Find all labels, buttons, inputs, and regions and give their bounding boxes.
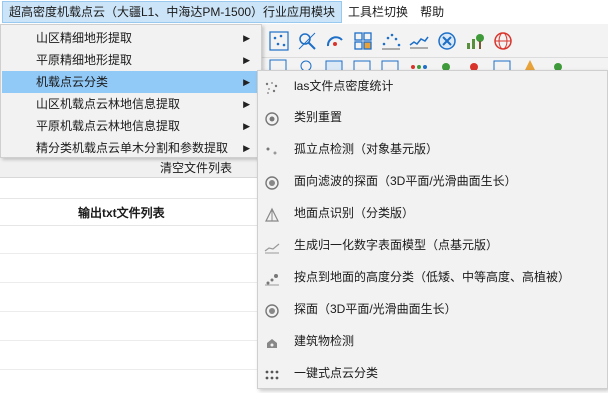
submenu-arrow-icon: ▶ xyxy=(243,99,250,109)
dropdown-item-label: 平原精细地形提取 xyxy=(36,53,133,67)
submenu-item-height-classification[interactable]: 按点到地面的高度分类（低矮、中等高度、高植被） xyxy=(260,263,605,291)
menu-bar: 超高密度机载点云（大疆L1、中海达PM-1500）行业应用模块 工具栏切换 帮助 xyxy=(0,0,608,25)
menu-help[interactable]: 帮助 xyxy=(414,1,450,23)
point-cloud-tool-icon[interactable] xyxy=(266,28,292,54)
ground-triangle-icon xyxy=(264,205,280,222)
submenu-item-label: 生成归一化数字表面模型（点基元版） xyxy=(294,238,499,252)
list-grid-line xyxy=(0,253,262,254)
dropdown-item-label: 精分类机载点云单木分割和参数提取 xyxy=(36,141,229,155)
scatter-dots-icon xyxy=(264,78,280,94)
list-grid-line xyxy=(0,369,262,370)
menu-toolbar-switch[interactable]: 工具栏切换 xyxy=(342,1,414,23)
submenu-item-class-reset[interactable]: 类别重置 xyxy=(260,103,605,131)
submenu-arrow-icon: ▶ xyxy=(243,77,250,87)
submenu-item-one-click-classification[interactable]: 一键式点云分类 xyxy=(260,359,605,387)
submenu-item-label: 探面（3D平面/光滑曲面生长） xyxy=(294,302,457,316)
submenu-item-label: 建筑物检测 xyxy=(294,334,355,348)
dropdown-item-mountain-forest[interactable]: 山区机载点云林地信息提取 ▶ xyxy=(2,93,260,115)
height-class-icon xyxy=(264,269,280,286)
list-grid-line xyxy=(0,311,262,312)
locate-tool-icon[interactable] xyxy=(294,28,320,54)
submenu-item-normalized-dsm[interactable]: 生成归一化数字表面模型（点基元版） xyxy=(260,231,605,259)
output-list-header: 输出txt文件列表 xyxy=(78,206,165,220)
dropdown-item-plain-forest[interactable]: 平原机载点云林地信息提取 ▶ xyxy=(2,115,260,137)
building-icon xyxy=(264,333,280,349)
reset-circle-icon xyxy=(264,109,280,126)
submenu-item-label: 地面点识别（分类版） xyxy=(294,206,415,220)
submenu-item-ground-point-recognition[interactable]: 地面点识别（分类版） xyxy=(260,199,605,227)
submenu-item-label: 面向滤波的探面（3D平面/光滑曲面生长） xyxy=(294,174,517,188)
submenu-item-filter-plane-detection[interactable]: 面向滤波的探面（3D平面/光滑曲面生长） xyxy=(260,167,605,195)
cancel-circle-icon[interactable] xyxy=(434,28,460,54)
submenu-arrow-icon: ▶ xyxy=(243,121,250,131)
dropdown-item-mountain-terrain[interactable]: 山区精细地形提取 ▶ xyxy=(2,27,260,49)
dropdown-item-label: 机载点云分类 xyxy=(36,75,109,89)
background-panel xyxy=(0,150,262,389)
point-cloud-classification-submenu: las文件点密度统计 类别重置 孤立点检测（对象基元版） 面向滤波的探面（3D平… xyxy=(257,70,608,389)
submenu-item-building-detection[interactable]: 建筑物检测 xyxy=(260,327,605,355)
one-click-classify-icon xyxy=(264,365,280,381)
dropdown-item-tree-segmentation[interactable]: 精分类机载点云单木分割和参数提取 ▶ xyxy=(2,137,260,159)
wave-points-icon[interactable] xyxy=(378,28,404,54)
submenu-item-label: 按点到地面的高度分类（低矮、中等高度、高植被） xyxy=(294,270,571,284)
tree-tool-icon[interactable] xyxy=(462,28,488,54)
profile-tool-icon[interactable] xyxy=(406,28,432,54)
filter-circle-icon xyxy=(264,173,280,190)
grid-tool-icon[interactable] xyxy=(350,28,376,54)
dropdown-item-point-cloud-classification[interactable]: 机载点云分类 ▶ xyxy=(2,71,260,93)
menu-lidar-module[interactable]: 超高密度机载点云（大疆L1、中海达PM-1500）行业应用模块 xyxy=(2,1,343,23)
module-dropdown-menu: 山区精细地形提取 ▶ 平原精细地形提取 ▶ 机载点云分类 ▶ 山区机载点云林地信息提取… xyxy=(0,24,262,158)
submenu-arrow-icon: ▶ xyxy=(243,55,250,65)
submenu-item-plane-detection[interactable]: 探面（3D平面/光滑曲面生长） xyxy=(260,295,605,323)
isolated-points-icon xyxy=(264,141,280,157)
plane-detect-icon xyxy=(264,301,280,318)
submenu-item-label: 孤立点检测（对象基元版） xyxy=(294,142,439,156)
clear-button-row: 清空文件列表 xyxy=(0,156,262,178)
submenu-item-label: las文件点密度统计 xyxy=(294,79,394,93)
dropdown-item-label: 山区机载点云林地信息提取 xyxy=(36,97,181,111)
submenu-item-point-density[interactable]: las文件点密度统计 xyxy=(260,72,605,100)
submenu-arrow-icon: ▶ xyxy=(243,33,250,43)
toolbar-row-1 xyxy=(262,24,608,58)
dropdown-item-label: 平原机载点云林地信息提取 xyxy=(36,119,181,133)
globe-tool-icon[interactable] xyxy=(490,28,516,54)
arc-tool-icon[interactable] xyxy=(322,28,348,54)
output-list-header-row: 输出txt文件列表 xyxy=(0,198,262,226)
list-grid-line xyxy=(0,282,262,283)
dropdown-item-label: 山区精细地形提取 xyxy=(36,31,133,45)
submenu-item-label: 类别重置 xyxy=(294,110,343,124)
list-grid-line xyxy=(0,340,262,341)
submenu-item-label: 一键式点云分类 xyxy=(294,366,379,380)
surface-model-icon xyxy=(264,237,280,254)
submenu-arrow-icon: ▶ xyxy=(243,143,250,153)
submenu-item-isolated-point-detection[interactable]: 孤立点检测（对象基元版） xyxy=(260,135,605,163)
dropdown-item-plain-terrain[interactable]: 平原精细地形提取 ▶ xyxy=(2,49,260,71)
clear-file-list-button[interactable]: 清空文件列表 xyxy=(160,159,232,176)
